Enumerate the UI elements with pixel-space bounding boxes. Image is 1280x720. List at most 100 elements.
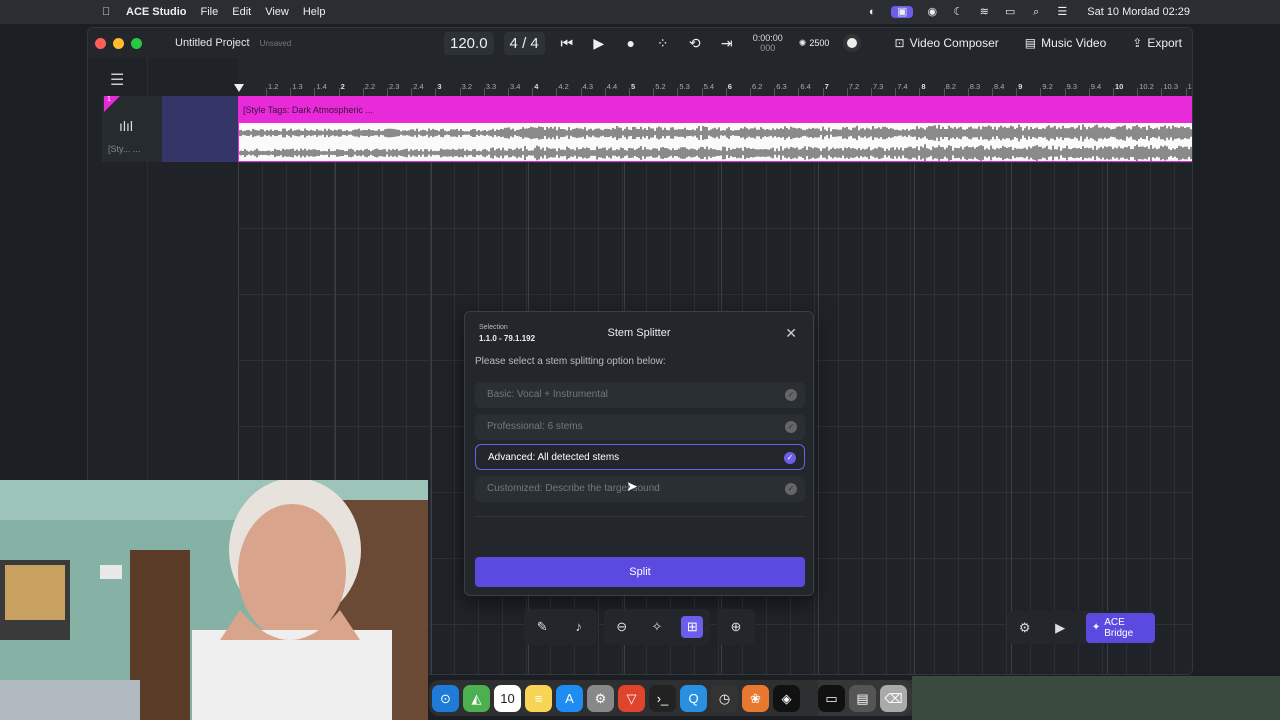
wifi-icon[interactable]: ≋ — [977, 6, 991, 18]
menu-help[interactable]: Help — [303, 6, 326, 18]
ruler-label: 2.4 — [413, 82, 424, 91]
ruler-label: 4 — [534, 82, 539, 91]
close-icon[interactable]: ✕ — [785, 325, 797, 342]
ruler-tick — [411, 88, 413, 96]
ruler-tick — [774, 88, 776, 96]
shield-icon[interactable]: ◐ — [865, 6, 879, 18]
safari-icon[interactable]: ⊙ — [432, 684, 459, 712]
fl-studio-icon[interactable]: ❀ — [742, 684, 769, 712]
play-circle-icon[interactable]: ◉ — [925, 6, 939, 18]
globe-icon[interactable]: ⊕ — [725, 616, 747, 638]
calendar-icon[interactable]: 10 — [494, 684, 521, 712]
settings-icon[interactable]: ⚙ — [1015, 617, 1034, 639]
stem-splitter-dialog: Selection 1.1.0 - 79.1.192 Stem Splitter… — [464, 311, 814, 596]
ruler-tick — [338, 88, 340, 96]
apple-icon[interactable]:  — [102, 6, 114, 18]
pitch-tool-icon[interactable]: ♪ — [568, 616, 590, 638]
ruler-tick — [459, 88, 461, 96]
ace-bridge-button[interactable]: ✦ ACE Bridge — [1085, 612, 1155, 643]
search-icon[interactable]: ⌕ — [1029, 6, 1043, 18]
webcam-overlay — [0, 480, 428, 720]
video-composer-label: Video Composer — [909, 36, 999, 50]
ruler-label: 6.4 — [800, 82, 811, 91]
system-settings-icon[interactable]: ⚙ — [587, 684, 614, 712]
option-label: Basic: Vocal + Instrumental — [487, 389, 608, 400]
ruler-label: 9 — [1018, 82, 1023, 91]
track-name[interactable]: [Sty... ... — [108, 144, 140, 154]
stem-splitter-icon[interactable]: ⊞ — [681, 616, 704, 638]
music-video-button[interactable]: ▤ Music Video — [1025, 36, 1107, 50]
menu-view[interactable]: View — [265, 6, 289, 18]
ruler-label: 9.4 — [1090, 82, 1102, 91]
menu-app-name[interactable]: ACE Studio — [126, 6, 187, 18]
ruler-tick — [677, 88, 679, 96]
menubar-clock[interactable]: Sat 10 Mordad 02:29 — [1087, 6, 1190, 18]
audio-clip[interactable]: [Style Tags: Dark Atmospheric ... — [238, 96, 1192, 162]
ruler-tick — [314, 88, 316, 96]
video-composer-button[interactable]: ⊡ Video Composer — [895, 36, 999, 50]
play-icon[interactable]: ▶ — [589, 34, 609, 52]
ai-tools-group: ⊖ ✧ ⊞ — [604, 609, 710, 645]
clip-waveform — [239, 124, 1192, 161]
ruler-label: 6.2 — [752, 82, 763, 91]
export-button[interactable]: ⇪ Export — [1132, 36, 1182, 50]
notes-icon[interactable]: ≡ — [525, 684, 552, 712]
grid-row-line — [238, 162, 1192, 163]
ruler-label: 1.4 — [316, 82, 327, 91]
webcam-feed-image — [0, 480, 428, 720]
ruler-tick — [653, 88, 655, 96]
zoom-window-button[interactable] — [131, 37, 142, 49]
follow-playhead-icon[interactable]: ⇥ — [717, 34, 737, 52]
app-store-icon[interactable]: A — [556, 684, 583, 712]
menu-icon[interactable]: ☰ — [110, 70, 124, 90]
window-thumbnail-2-icon[interactable]: ▤ — [849, 684, 876, 712]
magic-wand-icon[interactable]: ✧ — [646, 616, 668, 638]
timeline-ruler[interactable]: 1.2 1.3 1.4 2 2.2 2.3 2.4 3 3.2 3.3 3.4 4 4.2 4.3 4.4 5… — [234, 58, 1192, 96]
battery-icon[interactable]: ▭ — [1003, 6, 1017, 18]
menu-edit[interactable]: Edit — [232, 6, 251, 18]
video-panel-icon[interactable]: ▶ — [1050, 617, 1069, 639]
split-button[interactable]: Split — [475, 557, 805, 587]
loop-icon[interactable]: ⟲ — [685, 34, 705, 52]
minimize-window-button[interactable] — [113, 37, 124, 49]
ruler-label: 6 — [727, 82, 732, 91]
record-icon[interactable]: ● — [621, 34, 641, 52]
trash-icon[interactable]: ⌫ — [880, 684, 907, 712]
window-thumbnail-icon[interactable]: ▭ — [818, 684, 845, 712]
ace-studio-dock-icon[interactable]: ◈ — [773, 684, 800, 712]
ruler-tick — [483, 88, 485, 96]
option-advanced[interactable]: Advanced: All detected stems ✓ — [475, 444, 805, 470]
option-professional[interactable]: Professional: 6 stems ✓ — [475, 414, 805, 440]
metronome-icon[interactable]: ⁘ — [653, 34, 673, 52]
playhead-marker[interactable] — [234, 84, 244, 92]
moon-icon[interactable]: ☾ — [951, 6, 965, 18]
tempo-field[interactable]: 120.0 — [444, 31, 494, 55]
export-icon: ⇪ — [1132, 36, 1143, 50]
terminal-icon[interactable]: ›_ — [649, 684, 676, 712]
control-center-icon[interactable]: ☰ — [1055, 6, 1069, 18]
clip-tool-icon[interactable]: ⊖ — [611, 616, 633, 638]
grid-bar-line — [1107, 96, 1109, 674]
time-signature-field[interactable]: 4 / 4 — [503, 31, 545, 55]
brave-icon[interactable]: ▽ — [618, 684, 645, 712]
screen-record-icon[interactable]: ▣ — [891, 6, 914, 18]
credits-value: 2500 — [809, 38, 830, 48]
menu-file[interactable]: File — [201, 6, 219, 18]
option-customized[interactable]: Customized: Describe the target sound ✓ — [475, 476, 805, 502]
skip-to-start-icon[interactable]: ⏮ — [557, 34, 577, 52]
music-video-label: Music Video — [1041, 36, 1107, 50]
timecode-display: 0:00:00 000 — [753, 33, 783, 53]
timecode-main: 0:00:00 — [752, 33, 783, 43]
ace-bridge-label: ACE Bridge — [1104, 616, 1134, 639]
credits-display[interactable]: ✺ 2500 — [799, 38, 830, 49]
close-window-button[interactable] — [95, 37, 106, 49]
activity-monitor-icon[interactable]: ◷ — [711, 684, 738, 712]
option-basic[interactable]: Basic: Vocal + Instrumental ✓ — [475, 382, 805, 408]
maps-icon[interactable]: ◭ — [463, 684, 490, 712]
user-avatar[interactable] — [843, 34, 862, 52]
quicktime-icon[interactable]: Q — [680, 684, 707, 712]
ruler-tick — [1064, 88, 1066, 96]
pencil-icon[interactable]: ✎ — [531, 616, 553, 638]
ruler-tick — [1113, 88, 1114, 96]
track-panel[interactable]: 1 ılıl [Sty... ... — [102, 96, 252, 162]
